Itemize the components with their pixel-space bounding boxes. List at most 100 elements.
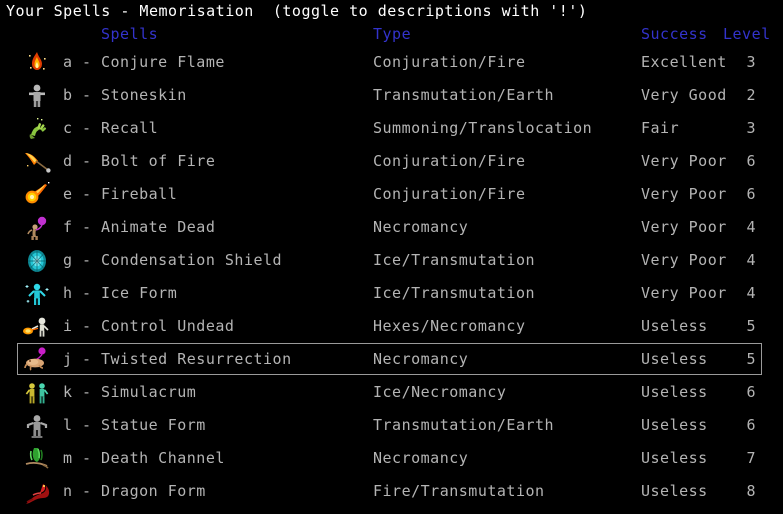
spell-type: Ice/Transmutation bbox=[373, 284, 536, 302]
column-header-type: Type bbox=[373, 25, 412, 43]
spell-name: Conjure Flame bbox=[101, 53, 225, 71]
spell-success: Very Poor bbox=[641, 284, 727, 302]
spell-row[interactable]: m - Death Channel Necromancy Useless 7 bbox=[0, 442, 783, 475]
spell-level: 5 bbox=[746, 317, 756, 335]
spell-name: Stoneskin bbox=[101, 86, 187, 104]
column-header-spells: Spells bbox=[101, 25, 159, 43]
spell-level: 2 bbox=[746, 86, 756, 104]
column-header-row: Spells Type Success Level bbox=[0, 24, 783, 44]
spell-success: Useless bbox=[641, 317, 708, 335]
spell-row[interactable]: l - Statue Form Transmutation/Earth Useless 6 bbox=[0, 409, 783, 442]
spell-separator: - bbox=[82, 317, 92, 335]
spell-separator: - bbox=[82, 482, 92, 500]
spell-separator: - bbox=[82, 152, 92, 170]
spell-name: Statue Form bbox=[101, 416, 206, 434]
spell-success: Very Poor bbox=[641, 251, 727, 269]
spell-list: a - Conjure Flame Conjuration/Fire Excellent… bbox=[0, 46, 783, 508]
spell-name: Bolt of Fire bbox=[101, 152, 216, 170]
spell-row[interactable]: e - Fireball Conjuration/Fire Very Poor 6 bbox=[0, 178, 783, 211]
spell-row[interactable]: i - Control Undead Hexes/Necromancy Useless 5 bbox=[0, 310, 783, 343]
spell-level: 3 bbox=[746, 53, 756, 71]
spell-row[interactable]: g - Condensation Shield Ice/Transmutation Ve… bbox=[0, 244, 783, 277]
spell-success: Fair bbox=[641, 119, 680, 137]
spell-level: 6 bbox=[746, 185, 756, 203]
spell-type: Necromancy bbox=[373, 350, 469, 368]
spell-type: Ice/Necromancy bbox=[373, 383, 507, 401]
spell-row[interactable]: k - Simulacrum Ice/Necromancy Useless 6 bbox=[0, 376, 783, 409]
spell-letter: k bbox=[63, 383, 73, 401]
spell-name: Animate Dead bbox=[101, 218, 216, 236]
spell-level: 8 bbox=[746, 482, 756, 500]
spell-row[interactable]: c - Recall Summoning/Translocation Fair 3 bbox=[0, 112, 783, 145]
spell-separator: - bbox=[82, 416, 92, 434]
ice-figure-icon bbox=[21, 280, 53, 308]
spell-name: Simulacrum bbox=[101, 383, 197, 401]
spell-separator: - bbox=[82, 185, 92, 203]
spell-name: Fireball bbox=[101, 185, 178, 203]
spell-letter: i bbox=[63, 317, 73, 335]
spell-type: Summoning/Translocation bbox=[373, 119, 593, 137]
spell-name: Recall bbox=[101, 119, 159, 137]
spell-name: Control Undead bbox=[101, 317, 235, 335]
spell-row[interactable]: j - Twisted Resurrection Necromancy Useless 5 bbox=[0, 343, 783, 376]
spell-separator: - bbox=[82, 383, 92, 401]
spell-row[interactable]: n - Dragon Form Fire/Transmutation Useless 8 bbox=[0, 475, 783, 508]
spell-name: Condensation Shield bbox=[101, 251, 283, 269]
spell-success: Useless bbox=[641, 416, 708, 434]
statue-icon bbox=[21, 412, 53, 440]
spell-level: 5 bbox=[746, 350, 756, 368]
fire-bolt-icon bbox=[21, 148, 53, 176]
spell-row[interactable]: a - Conjure Flame Conjuration/Fire Excellent… bbox=[0, 46, 783, 79]
spell-type: Transmutation/Earth bbox=[373, 86, 555, 104]
spell-row[interactable]: b - Stoneskin Transmutation/Earth Very Good 2 bbox=[0, 79, 783, 112]
green-spirit-icon bbox=[21, 445, 53, 473]
spell-letter: l bbox=[63, 416, 73, 434]
column-header-level: Level bbox=[723, 25, 771, 43]
animate-dead-icon bbox=[21, 214, 53, 242]
spell-separator: - bbox=[82, 218, 92, 236]
fireball-icon bbox=[21, 181, 53, 209]
spell-success: Very Poor bbox=[641, 185, 727, 203]
spell-name: Dragon Form bbox=[101, 482, 206, 500]
spell-name: Twisted Resurrection bbox=[101, 350, 292, 368]
spell-separator: - bbox=[82, 350, 92, 368]
spell-level: 6 bbox=[746, 383, 756, 401]
spell-success: Excellent bbox=[641, 53, 727, 71]
column-header-success: Success bbox=[641, 25, 708, 43]
spell-success: Useless bbox=[641, 350, 708, 368]
spell-level: 7 bbox=[746, 449, 756, 467]
spell-type: Transmutation/Earth bbox=[373, 416, 555, 434]
spell-level: 4 bbox=[746, 284, 756, 302]
flame-icon bbox=[21, 49, 53, 77]
spell-level: 4 bbox=[746, 251, 756, 269]
spell-menu-screen: Your Spells - Memorisation (toggle to de… bbox=[0, 0, 783, 514]
spell-type: Conjuration/Fire bbox=[373, 185, 526, 203]
skeleton-icon bbox=[21, 313, 53, 341]
spell-success: Very Poor bbox=[641, 218, 727, 236]
spell-level: 6 bbox=[746, 416, 756, 434]
spell-success: Very Poor bbox=[641, 152, 727, 170]
spell-letter: d bbox=[63, 152, 73, 170]
spell-separator: - bbox=[82, 251, 92, 269]
spell-row[interactable]: h - Ice Form Ice/Transmutation Very Poor 4 bbox=[0, 277, 783, 310]
spell-success: Useless bbox=[641, 482, 708, 500]
spell-letter: n bbox=[63, 482, 73, 500]
spell-letter: c bbox=[63, 119, 73, 137]
spell-level: 6 bbox=[746, 152, 756, 170]
spell-row[interactable]: d - Bolt of Fire Conjuration/Fire Very Poor 6 bbox=[0, 145, 783, 178]
page-title: Your Spells - Memorisation (toggle to de… bbox=[6, 2, 588, 20]
spell-type: Hexes/Necromancy bbox=[373, 317, 526, 335]
spell-letter: a bbox=[63, 53, 73, 71]
spell-separator: - bbox=[82, 449, 92, 467]
spell-name: Death Channel bbox=[101, 449, 225, 467]
spell-success: Useless bbox=[641, 383, 708, 401]
spell-letter: b bbox=[63, 86, 73, 104]
spell-type: Conjuration/Fire bbox=[373, 53, 526, 71]
spell-type: Fire/Transmutation bbox=[373, 482, 545, 500]
spell-type: Ice/Transmutation bbox=[373, 251, 536, 269]
spell-separator: - bbox=[82, 284, 92, 302]
spell-separator: - bbox=[82, 86, 92, 104]
spell-row[interactable]: f - Animate Dead Necromancy Very Poor 4 bbox=[0, 211, 783, 244]
spell-type: Necromancy bbox=[373, 218, 469, 236]
stone-figure-icon bbox=[21, 82, 53, 110]
